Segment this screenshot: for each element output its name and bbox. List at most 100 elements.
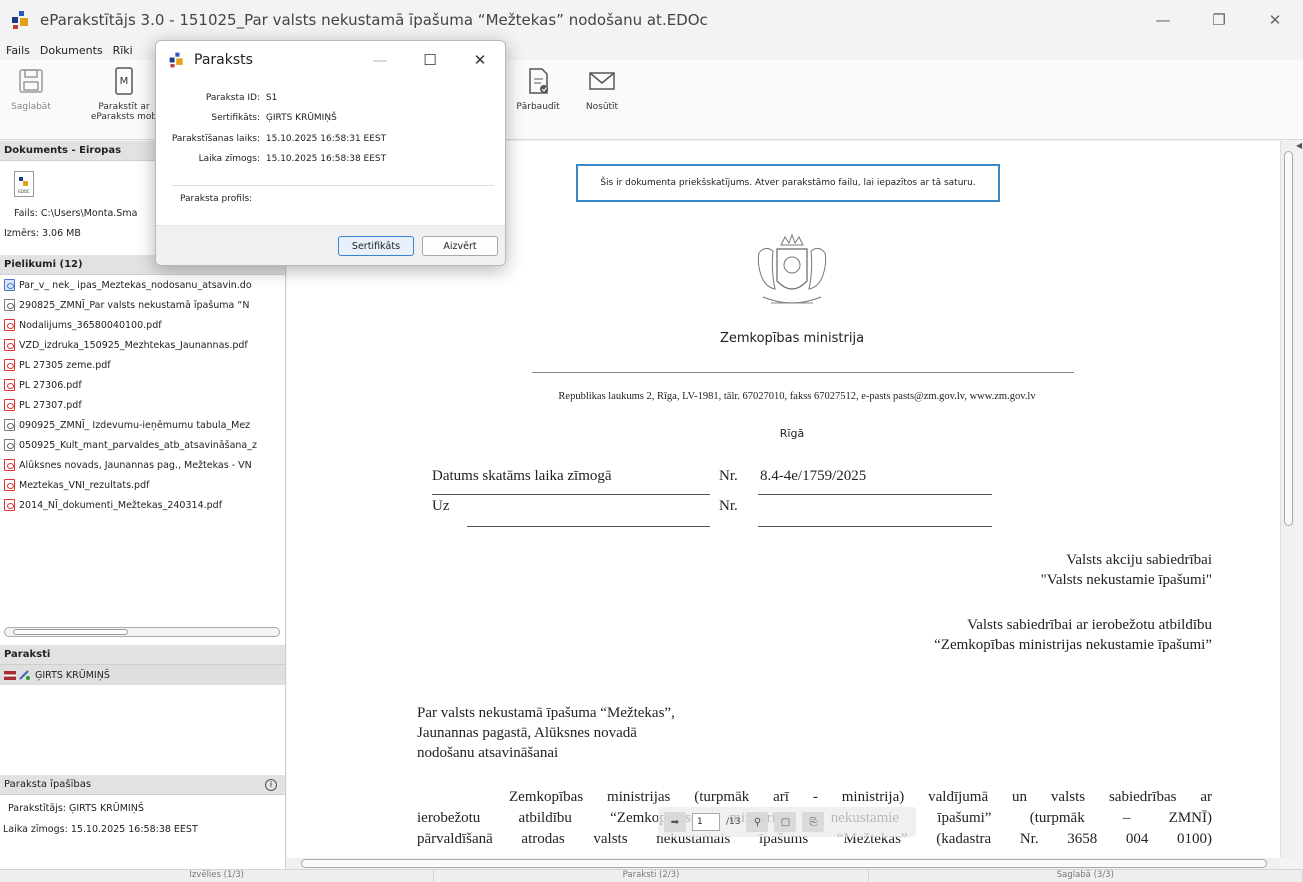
attachments-hscrollbar[interactable]	[4, 627, 280, 637]
svg-text:EDOC: EDOC	[18, 189, 30, 194]
app-logo-icon	[10, 9, 32, 31]
date-underline	[432, 494, 710, 495]
page-number-input[interactable]: 1	[692, 813, 720, 831]
mobile-phone-icon: M	[109, 66, 139, 96]
attachment-row[interactable]: 290825_ZMNĪ_Par valsts nekustamā īpašuma…	[0, 295, 285, 315]
row-label: Laika zīmogs:	[198, 154, 260, 164]
row-label: Parakstīšanas laiks:	[171, 134, 260, 144]
row-value: S1	[265, 93, 278, 103]
attachment-row[interactable]: PL 27307.pdf	[0, 395, 285, 415]
menu-document[interactable]: Dokuments	[40, 44, 103, 57]
pdf-file-icon	[4, 319, 15, 331]
print-icon[interactable]: ⎘	[802, 812, 825, 832]
menu-file[interactable]: Fails	[6, 44, 30, 57]
attachment-row[interactable]: Alūksnes novads, Jaunannas pag., Mežteka…	[0, 455, 285, 475]
row-value: 15.10.2025 16:58:31 EEST	[265, 134, 387, 144]
sign-mobile-button[interactable]: M Parakstīt ar eParaksts mob	[84, 66, 164, 122]
recipient-2-line-1: Valsts sabiedrībai ar ierobežotu atbildī…	[967, 617, 1212, 633]
dialog-minimize-button[interactable]: —	[355, 41, 405, 79]
certificate-button[interactable]: Sertifikāts	[338, 236, 414, 256]
attachment-name: 090925_ZMNĪ_ Izdevumu-ieņēmumu tabula_Me…	[19, 419, 251, 431]
file-path-label: Fails: C:\Users\Monta.Sma	[14, 208, 138, 219]
signature-dialog: Paraksts — ☐ ✕ Paraksta ID: S1 Sertifikā…	[155, 40, 506, 266]
status-step-1: Izvēlies (1/3)	[0, 870, 435, 882]
row-label: Paraksta ID:	[205, 93, 260, 103]
ministry-address: Republikas laukums 2, Rīga, LV-1981, tāl…	[558, 391, 1036, 402]
recipient-1: Valsts akciju sabiedrībai "Valsts nekust…	[1041, 550, 1212, 590]
row-label: Sertifikāts:	[211, 113, 260, 123]
menu-tools[interactable]: Rīki	[113, 44, 133, 57]
city-label: Rīgā	[779, 427, 805, 440]
attachment-name: 050925_Kult_mant_parvaldes_atb_atsavināš…	[19, 439, 257, 451]
document-hscroll-thumb[interactable]	[301, 859, 1267, 868]
attachment-row[interactable]: 050925_Kult_mant_parvaldes_atb_atsavināš…	[0, 435, 285, 455]
zoom-icon[interactable]: ⚲	[746, 812, 769, 832]
minimize-button[interactable]: —	[1135, 0, 1191, 40]
pdf-file-icon	[4, 479, 15, 491]
attachment-row[interactable]: VZD_izdruka_150925_Mezhtekas_Jaunannas.p…	[0, 335, 285, 355]
pdf-file-icon	[4, 359, 15, 371]
attachment-row[interactable]: 090925_ZMNĪ_ Izdevumu-ieņēmumu tabula_Me…	[0, 415, 285, 435]
dialog-divider	[172, 185, 494, 186]
attachment-row[interactable]: PL 27305 zeme.pdf	[0, 355, 285, 375]
subject-line-1: Par valsts nekustamā īpašuma “Mežtekas”,	[417, 705, 675, 721]
verify-button[interactable]: Pārbaudīt	[512, 66, 564, 112]
document-hscrollbar[interactable]	[287, 858, 1280, 869]
attachment-row[interactable]: Nodalijums_36580040100.pdf	[0, 315, 285, 335]
info-icon[interactable]: i	[265, 778, 277, 791]
close-button[interactable]: ✕	[1247, 0, 1303, 40]
pdf-file-icon	[4, 339, 15, 351]
dialog-maximize-button[interactable]: ☐	[405, 41, 455, 79]
title-bar: eParakstītājs 3.0 - 151025_Par valsts ne…	[0, 0, 1303, 40]
subject: Par valsts nekustamā īpašuma “Mežtekas”,…	[417, 703, 675, 763]
recipient-1-line-1: Valsts akciju sabiedrībai	[1066, 552, 1212, 568]
send-button[interactable]: Nosūtīt	[580, 66, 624, 112]
dialog-footer: Sertifikāts Aizvērt	[156, 225, 505, 265]
body-line-1: Zemkopības ministrijas (turpmāk arī - mi…	[509, 789, 1212, 805]
attachment-name: Par_v_ nek_ ipas_Meztekas_nodosanu_atsav…	[19, 279, 252, 291]
dialog-close-action-button[interactable]: Aizvērt	[422, 236, 498, 256]
dialog-title: Paraksts	[194, 52, 253, 68]
status-step-3: Saglabā (3/3)	[869, 870, 1303, 882]
panel-collapse-icon[interactable]: ◀	[1296, 141, 1303, 153]
next-page-arrow-icon[interactable]: ➡	[664, 812, 686, 832]
linked-document-icon	[4, 279, 15, 291]
status-bar: Izvēlies (1/3) Paraksti (2/3) Saglabā (3…	[0, 869, 1303, 882]
attachments-list: Par_v_ nek_ ipas_Meztekas_nodosanu_atsav…	[0, 275, 285, 515]
attachment-name: PL 27307.pdf	[19, 399, 82, 411]
subject-line-3: nodošanu atsavināšanai	[417, 745, 559, 761]
page-total: /13	[726, 817, 741, 827]
attachment-name: 2014_NĪ_dokumenti_Mežtekas_240314.pdf	[19, 499, 223, 511]
envelope-icon	[587, 66, 617, 96]
coat-of-arms-icon	[751, 231, 833, 316]
ministry-name: Zemkopības ministrija	[719, 331, 865, 346]
attachment-row[interactable]: PL 27306.pdf	[0, 375, 285, 395]
row-value: 15.10.2025 16:58:38 EEST	[265, 154, 387, 164]
header-divider	[532, 372, 1074, 373]
dialog-close-button[interactable]: ✕	[455, 41, 505, 79]
attachment-name: Meztekas_VNI_rezultats.pdf	[19, 479, 150, 491]
props-signer: Parakstītājs: ĢIRTS KRŪMIŅŠ	[8, 803, 144, 814]
dialog-row-timestamp: Laika zīmogs: 15.10.2025 16:58:38 EEST	[164, 154, 387, 164]
attachment-name: Alūksnes novads, Jaunannas pag., Mežteka…	[19, 459, 252, 471]
fit-page-icon[interactable]: ▢	[774, 812, 797, 832]
recipient-1-line-2: "Valsts nekustamie īpašumi"	[1040, 572, 1212, 588]
attachments-hscroll-thumb[interactable]	[13, 629, 128, 635]
attachment-name: VZD_izdruka_150925_Mezhtekas_Jaunannas.p…	[19, 339, 248, 351]
attachment-name: PL 27306.pdf	[19, 379, 82, 391]
dialog-app-icon	[168, 51, 186, 69]
attachment-row[interactable]: 2014_NĪ_dokumenti_Mežtekas_240314.pdf	[0, 495, 285, 515]
attachment-row[interactable]: Par_v_ nek_ ipas_Meztekas_nodosanu_atsav…	[0, 275, 285, 295]
maximize-button[interactable]: ❐	[1191, 0, 1247, 40]
attachment-name: 290825_ZMNĪ_Par valsts nekustamā īpašuma…	[19, 299, 250, 311]
document-check-icon	[523, 66, 553, 96]
document-vscroll-thumb[interactable]	[1284, 151, 1293, 526]
uz-underline	[467, 526, 710, 527]
save-button[interactable]: Saglabāt	[8, 66, 54, 112]
document-vscrollbar[interactable]	[1280, 141, 1295, 858]
document-file-icon	[4, 419, 15, 431]
file-size-label: Izmērs: 3.06 MB	[4, 228, 81, 239]
signature-row[interactable]: ĢIRTS KRŪMIŅŠ	[0, 665, 285, 685]
nr-label: Nr.	[719, 468, 738, 484]
attachment-row[interactable]: Meztekas_VNI_rezultats.pdf	[0, 475, 285, 495]
